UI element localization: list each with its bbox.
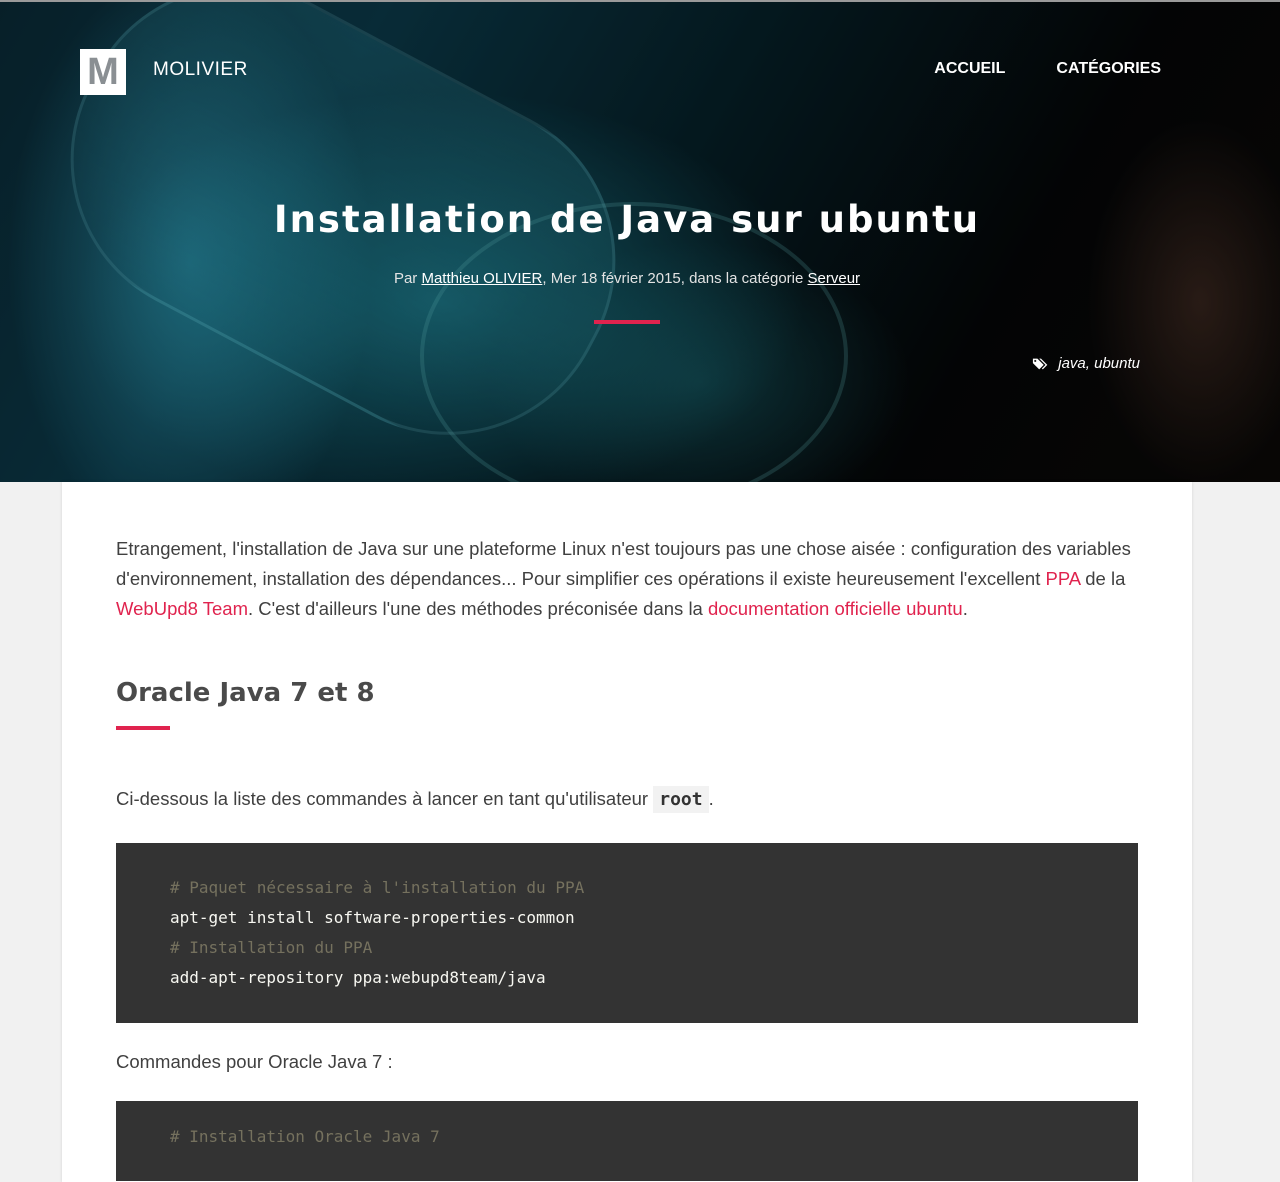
code-line: add-apt-repository ppa:webupd8team/java [170, 968, 546, 987]
article-content: Etrangement, l'installation de Java sur … [116, 482, 1138, 1181]
code-block-ppa: # Paquet nécessaire à l'installation du … [116, 843, 1138, 1023]
hero-banner: M MOLIVIER ACCUEIL CATÉGORIES Installati… [0, 0, 1280, 482]
intro-text-2: de la [1080, 568, 1126, 589]
ppa-link[interactable]: PPA [1046, 568, 1081, 589]
commands-intro: Ci-dessous la liste des commandes à lanc… [116, 784, 1138, 815]
code-line: # Installation Oracle Java 7 [170, 1127, 440, 1146]
intro-text-3: . C'est d'ailleurs l'une des méthodes pr… [247, 598, 708, 619]
intro-text-4: . [962, 598, 968, 619]
article-title: Installation de Java sur ubuntu [273, 198, 981, 241]
commands-intro-text: Ci-dessous la liste des commandes à lanc… [116, 788, 654, 809]
tag-ubuntu[interactable]: ubuntu [1094, 355, 1140, 372]
intro-text-1: Etrangement, l'installation de Java sur … [116, 538, 1131, 589]
code-block-java7: # Installation Oracle Java 7 [116, 1101, 1138, 1181]
logo-letter: M [87, 50, 119, 93]
article-meta: Par Matthieu OLIVIER, Mer 18 février 201… [0, 270, 1254, 287]
meta-prefix: Par [393, 270, 422, 287]
title-underline [594, 320, 660, 324]
java7-intro: Commandes pour Oracle Java 7 : [116, 1051, 393, 1072]
code-line: # Paquet nécessaire à l'installation du … [170, 878, 585, 897]
author-link[interactable]: Matthieu OLIVIER [421, 270, 542, 287]
tag-separator: , [1085, 355, 1095, 372]
inline-code-root: root [653, 786, 709, 813]
article-tags: java, ubuntu [1032, 355, 1140, 372]
site-brand-link[interactable]: MOLIVIER [153, 59, 248, 81]
code-line: apt-get install software-properties-comm… [170, 908, 575, 927]
ubuntu-doc-link[interactable]: documentation officielle ubuntu [708, 598, 963, 619]
category-link[interactable]: Serveur [808, 270, 861, 287]
main-nav: ACCUEIL CATÉGORIES [934, 60, 1161, 78]
commands-intro-end: . [708, 788, 714, 809]
code-line: # Installation du PPA [170, 938, 373, 957]
article-card: Etrangement, l'installation de Java sur … [62, 482, 1192, 1182]
meta-date: , Mer 18 février 2015, dans la catégorie [542, 270, 808, 287]
section-underline [116, 726, 170, 730]
intro-paragraph: Etrangement, l'installation de Java sur … [116, 534, 1138, 624]
nav-accueil[interactable]: ACCUEIL [934, 60, 1005, 78]
webupd8-link[interactable]: WebUpd8 Team [116, 598, 248, 619]
tags-icon [1033, 358, 1048, 369]
nav-categories[interactable]: CATÉGORIES [1056, 60, 1161, 78]
site-logo[interactable]: M [80, 49, 126, 95]
tag-java[interactable]: java [1058, 355, 1086, 372]
section-heading: Oracle Java 7 et 8 [116, 678, 375, 708]
